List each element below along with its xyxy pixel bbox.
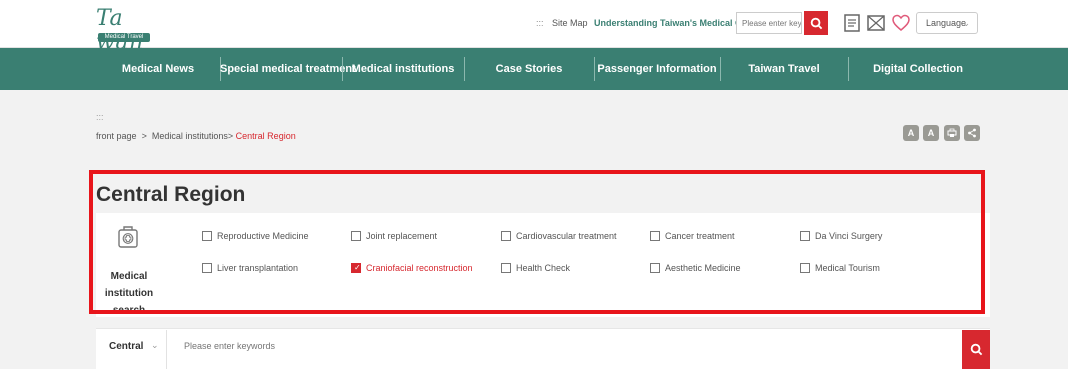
nav-item-special-treatment[interactable]: Special medical treatment [220,48,356,90]
nav-item-medical-institutions[interactable]: Medical institutions [342,48,464,90]
list-icon[interactable] [842,13,862,33]
top-search-input[interactable] [736,12,802,34]
sitemap-link[interactable]: Site Map [552,18,588,28]
chevron-down-icon[interactable]: ⌄ [151,340,159,351]
print-button[interactable] [944,125,960,141]
nav-item-case-stories[interactable]: Case Stories [464,48,594,90]
main-nav: Medical News Special medical treatment M… [0,48,1068,90]
mail-icon[interactable] [866,13,886,33]
site-logo[interactable]: Ta wan Medical Travel [96,7,172,55]
top-bar: Ta wan Medical Travel ::: Site Map Under… [0,0,1068,55]
nav-item-digital-collection[interactable]: Digital Collection [848,48,988,90]
nav-item-passenger-information[interactable]: Passenger Information [594,48,720,90]
font-size-decrease-button[interactable]: A [903,125,919,141]
heart-icon[interactable] [891,13,911,33]
font-size-increase-button[interactable]: A [923,125,939,141]
nav-item-taiwan-travel[interactable]: Taiwan Travel [720,48,848,90]
keyword-search-input[interactable] [184,336,944,356]
breadcrumb-dots: ::: [96,112,104,122]
share-button[interactable] [964,125,980,141]
nav-item-medical-news[interactable]: Medical News [96,48,220,90]
share-icon [968,128,976,138]
sitemap-dots: ::: [536,18,544,28]
print-icon [947,128,957,137]
breadcrumb-separator: > [141,131,147,141]
region-select[interactable]: Central [109,341,143,352]
search-icon [970,343,982,356]
logo-subtitle: Medical Travel [98,33,150,42]
breadcrumb-parent[interactable]: Medical institutions> [152,131,233,141]
breadcrumb-current: Central Region [235,131,296,141]
highlight-box [89,170,985,314]
chevron-down-icon: ⌄ [962,18,970,28]
keyword-search-button[interactable] [962,330,990,369]
language-label: Language [926,18,967,28]
top-search-button[interactable] [804,11,828,35]
language-select[interactable]: Language ⌄ [916,12,978,34]
search-icon [810,17,822,29]
breadcrumb-home[interactable]: front page [96,131,137,141]
breadcrumb: front page > Medical institutions> Centr… [96,131,296,141]
understanding-link[interactable]: Understanding Taiwan's Medical Care [594,18,755,28]
search-divider [166,330,167,369]
